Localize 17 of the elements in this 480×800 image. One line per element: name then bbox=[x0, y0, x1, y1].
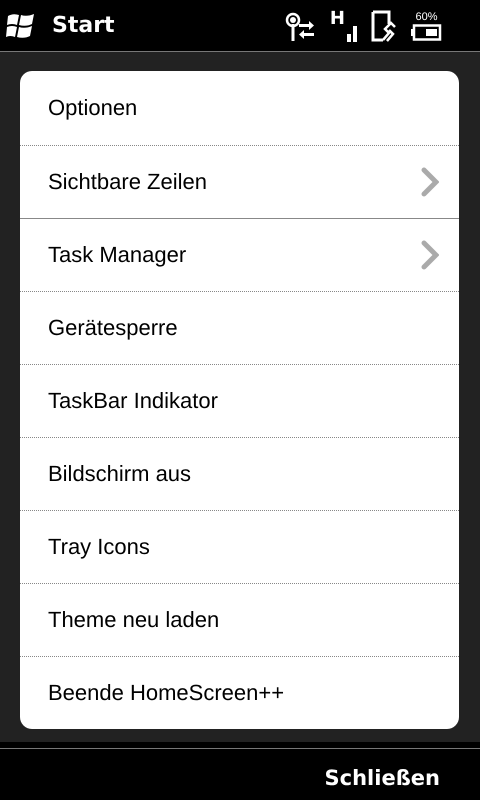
network-type-label: H bbox=[330, 10, 345, 28]
windows-logo-icon[interactable] bbox=[6, 12, 36, 40]
battery-percent: 60% bbox=[415, 10, 438, 22]
menu-item[interactable]: Tray Icons bbox=[20, 510, 459, 583]
menu-item[interactable]: Optionen bbox=[20, 71, 459, 145]
close-softkey[interactable]: Schließen bbox=[324, 766, 440, 790]
start-label[interactable]: Start bbox=[52, 13, 115, 38]
menu-item[interactable]: Sichtbare Zeilen bbox=[20, 145, 459, 218]
signal-icon bbox=[347, 26, 357, 42]
menu-item[interactable]: Task Manager bbox=[20, 218, 459, 291]
menu-item[interactable]: Beende HomeScreen++ bbox=[20, 656, 459, 729]
phone-vibrate-icon bbox=[371, 10, 397, 42]
menu-item[interactable]: Gerätesperre bbox=[20, 291, 459, 364]
menu-item[interactable]: Bildschirm aus bbox=[20, 437, 459, 510]
menu-item[interactable]: Theme neu laden bbox=[20, 583, 459, 656]
menu-item[interactable]: TaskBar Indikator bbox=[20, 364, 459, 437]
battery-icon bbox=[411, 24, 442, 40]
